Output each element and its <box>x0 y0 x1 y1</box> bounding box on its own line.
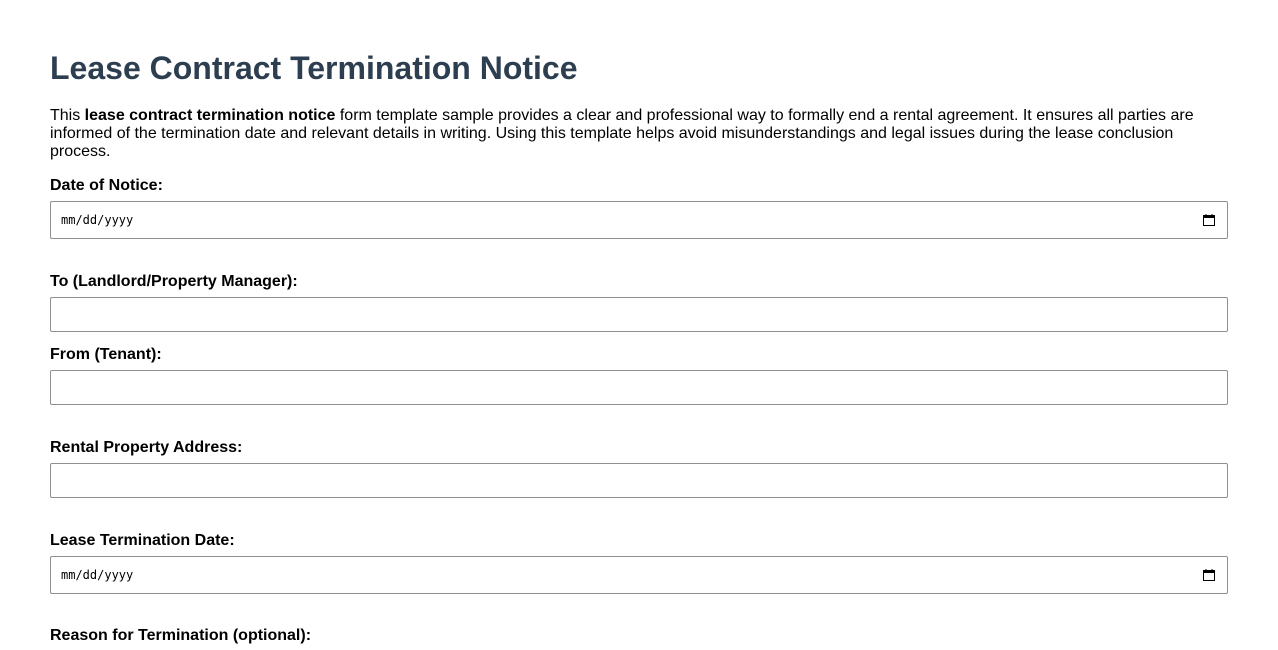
intro-prefix: This <box>50 107 85 124</box>
date-of-notice-label: Date of Notice: <box>50 177 163 194</box>
date-of-notice-placeholder: mm/dd/yyyy <box>61 213 134 227</box>
address-input[interactable] <box>50 463 1228 498</box>
to-label: To (Landlord/Property Manager): <box>50 273 298 290</box>
calendar-icon[interactable] <box>1203 214 1215 226</box>
date-of-notice-input[interactable]: mm/dd/yyyy <box>50 201 1228 239</box>
address-label: Rental Property Address: <box>50 439 243 456</box>
reason-label: Reason for Termination (optional): <box>50 627 312 644</box>
termination-date-label: Lease Termination Date: <box>50 532 235 549</box>
intro-paragraph: This lease contract termination notice f… <box>50 107 1210 161</box>
calendar-icon[interactable] <box>1203 569 1215 581</box>
to-input[interactable] <box>50 297 1228 332</box>
from-input[interactable] <box>50 370 1228 405</box>
page-title: Lease Contract Termination Notice <box>50 50 578 86</box>
from-label: From (Tenant): <box>50 346 162 363</box>
termination-date-placeholder: mm/dd/yyyy <box>61 568 134 582</box>
termination-date-input[interactable]: mm/dd/yyyy <box>50 556 1228 594</box>
intro-bold: lease contract termination notice <box>84 107 336 124</box>
